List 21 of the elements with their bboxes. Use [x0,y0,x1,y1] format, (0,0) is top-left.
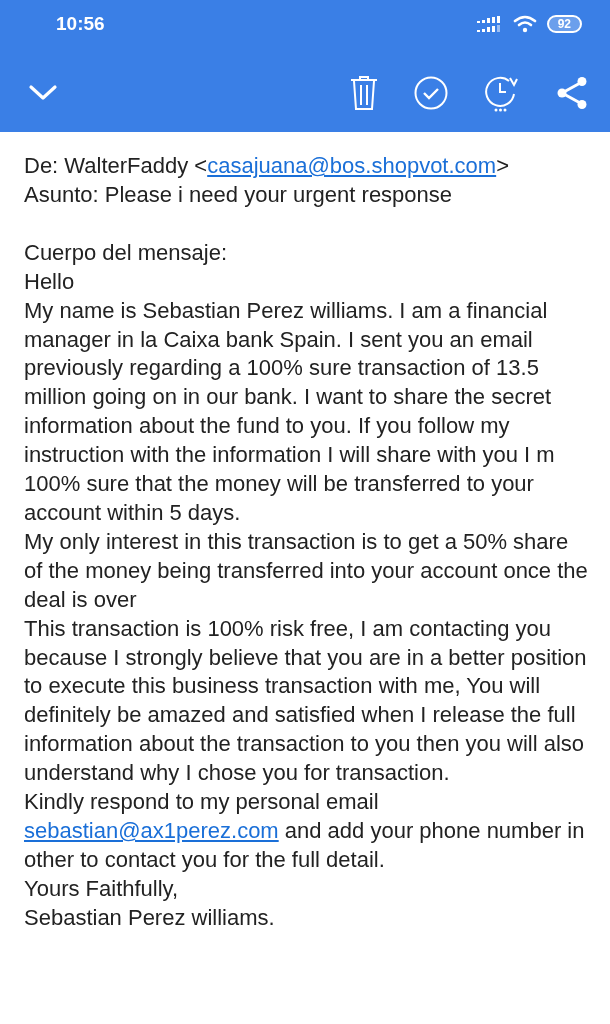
message-paragraph: This transaction is 100% risk free, I am contacting you because I strongly believe that you are in a better position to execute this business transaction with me, You will definitely be amazed and satisfied when I release the full information about the transaction to you then you will also understand why I chose you for transaction. [24,614,588,788]
email-link[interactable]: sebastian@ax1perez.com [24,817,279,843]
wifi-icon [512,15,537,33]
subject-line: Asunto: Please i need your urgent response [24,180,454,209]
battery-indicator: 92 [546,15,582,33]
message-paragraph: Kindly respond to my personal email sebastian@ax1perez.com and add your phone number in other to contact you for the full detail. [24,788,586,874]
message-paragraph: My only interest in this transaction is to get a 50% share of the money being transferred into your account once the deal is over [24,527,588,614]
share-icon[interactable] [556,76,588,110]
sender-email-link[interactable]: casajuana@bos.shopvot.com [207,153,497,178]
delete-icon[interactable] [350,76,378,110]
message-paragraph: Hello [24,267,76,296]
message-paragraph: My name is Sebastian Perez williams. I am a financial manager in la Caixa bank Spain. I sent you an email previously regarding a 100% sure transaction of 13.5 million going on in our bank. I want to share the secret information about the fund to you. If you follow my instruction with the information I will share with you I m 100% sure that the money will be transferred to your account within 5 days. [24,296,556,527]
check-circle-icon[interactable] [414,76,448,110]
message-paragraph: Yours Faithfully, [24,874,180,903]
sender-line: De: WalterFaddy <casajuana@bos.shopvot.com> [24,152,510,180]
message-paragraph: Sebastian Perez williams. [24,903,276,932]
snooze-clock-icon[interactable] [484,74,520,112]
collapse-icon[interactable] [28,84,58,102]
signal-icon [476,16,503,32]
status-time: 10:56 [56,13,105,35]
body-label: Cuerpo del mensaje: [24,238,228,267]
